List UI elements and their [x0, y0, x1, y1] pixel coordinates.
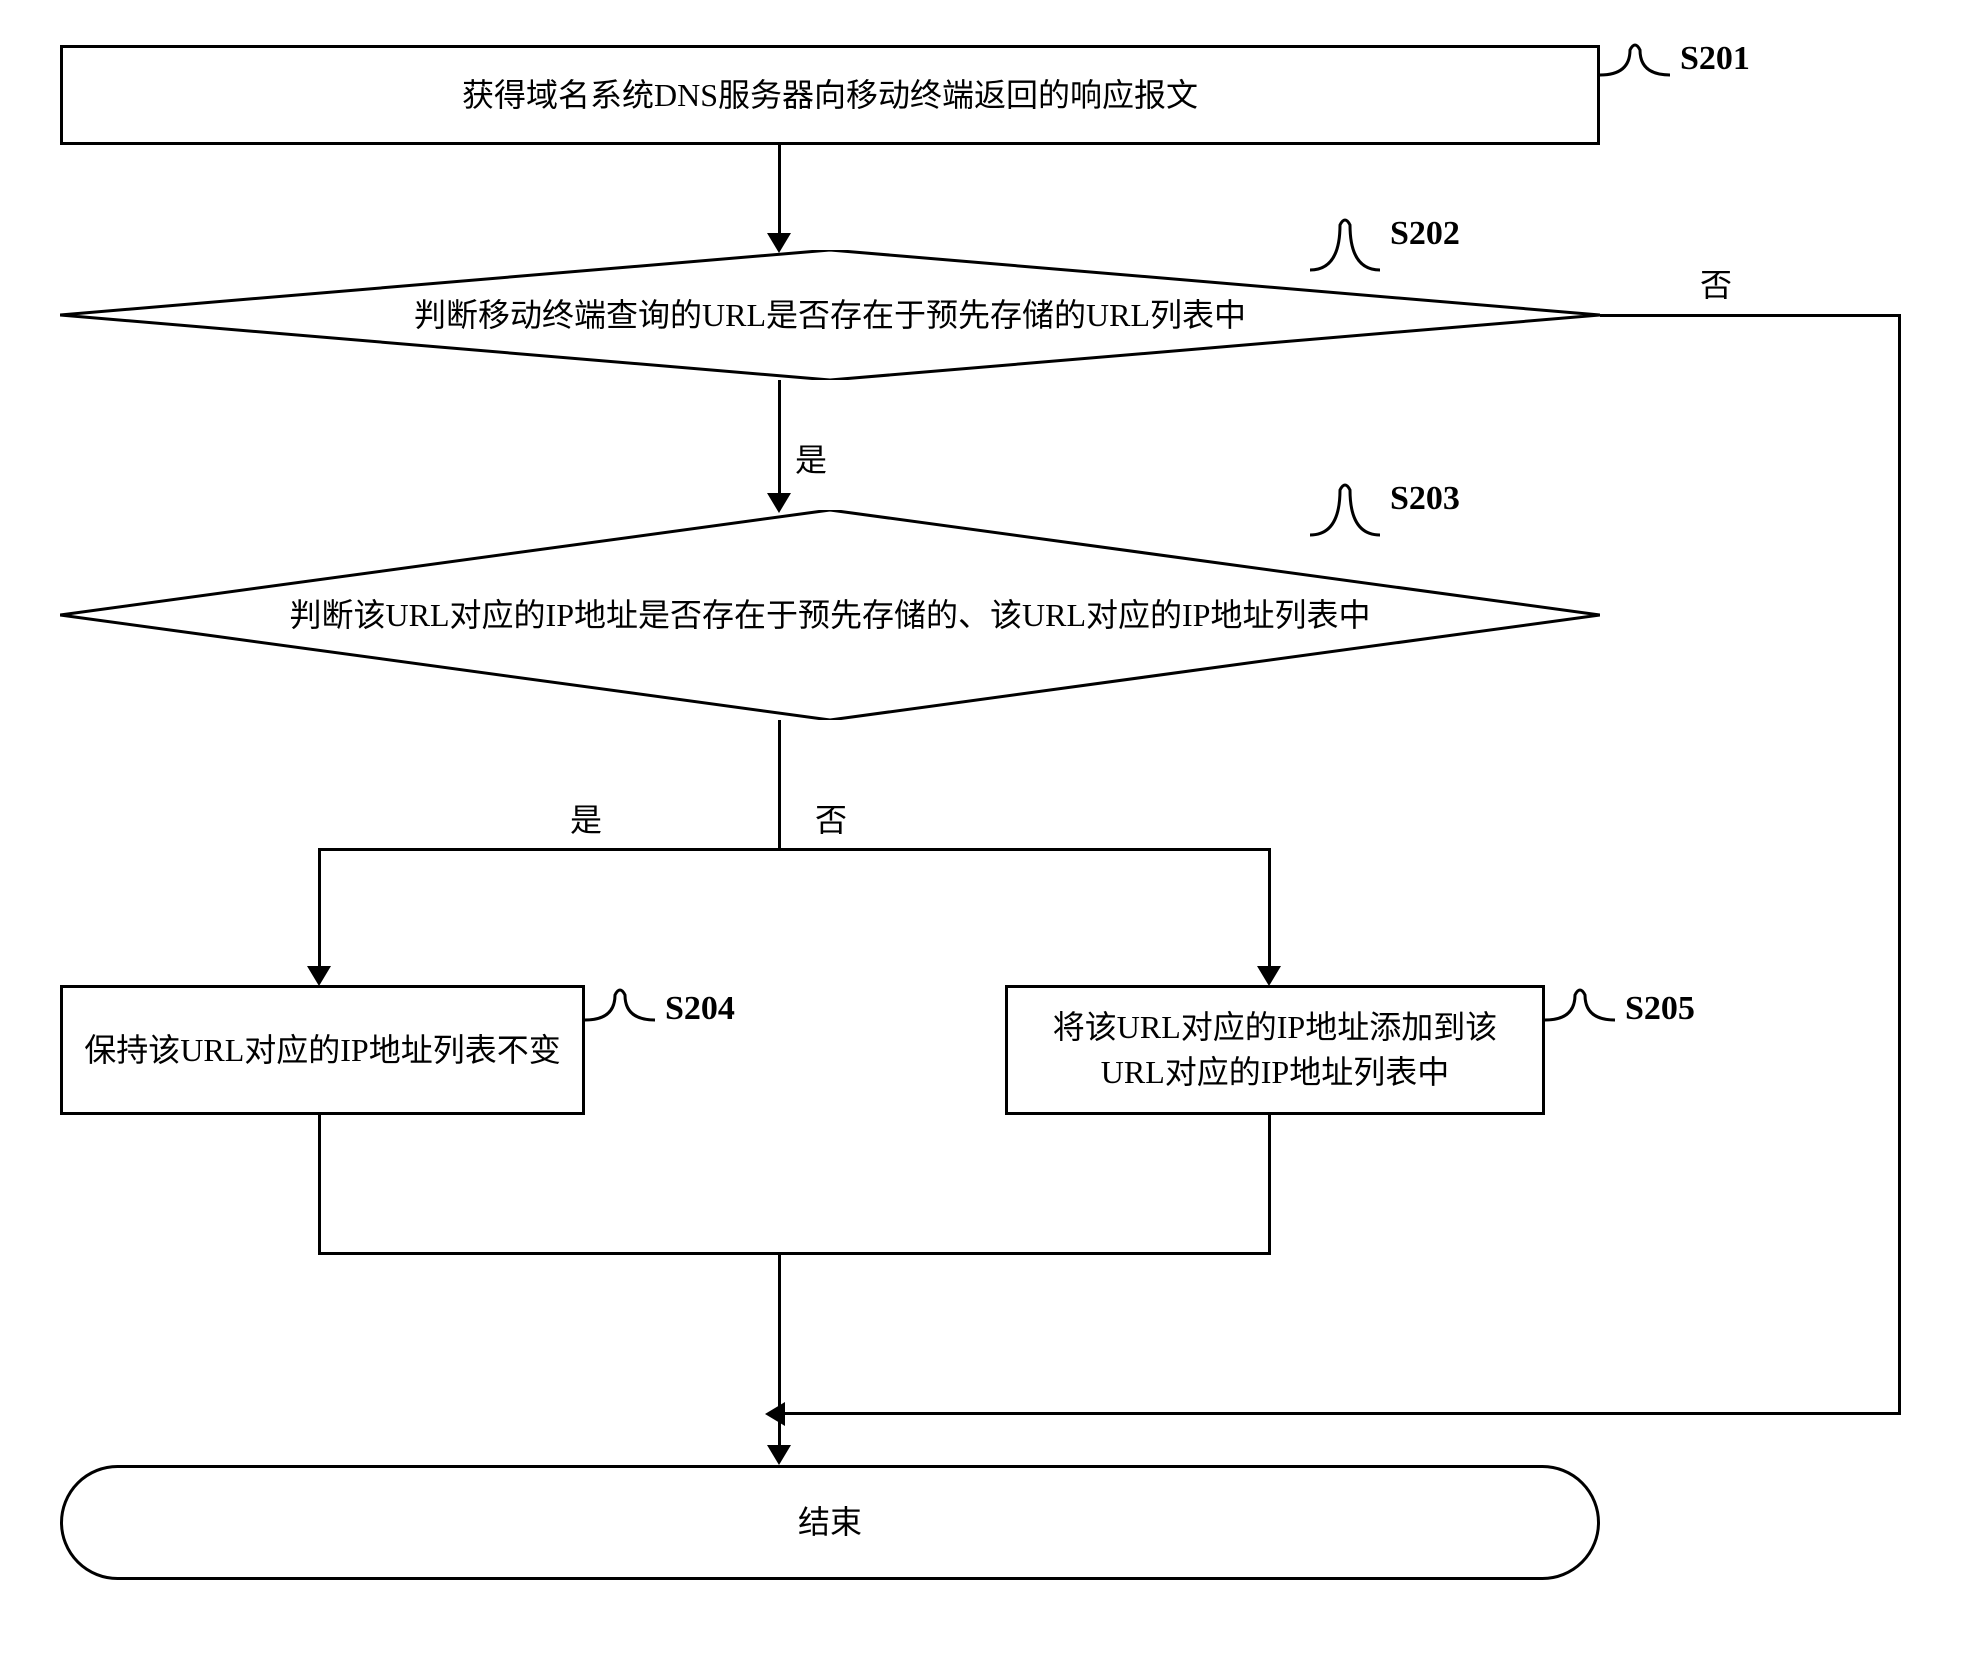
line-s204-v [318, 1115, 321, 1255]
arrow-s202-s203 [778, 380, 781, 495]
step-s205-text: 将该URL对应的IP地址添加到该URL对应的IP地址列表中 [1008, 1005, 1542, 1095]
edge-s203-no: 否 [815, 795, 847, 841]
flowchart: 获得域名系统DNS服务器向移动终端返回的响应报文 S201 判断移动终端查询的U… [20, 20, 1986, 1658]
label-s204: S204 [665, 990, 735, 1028]
label-s205: S205 [1625, 990, 1695, 1028]
step-s201: 获得域名系统DNS服务器向移动终端返回的响应报文 [60, 45, 1600, 145]
arrowhead-s203-left [307, 966, 331, 986]
line-merge-v [778, 1252, 781, 1447]
decision-s203-text: 判断该URL对应的IP地址是否存在于预先存储的、该URL对应的IP地址列表中 [290, 593, 1371, 638]
line-s203-v [778, 720, 781, 850]
terminator-end-text: 结束 [798, 1500, 862, 1545]
line-s203-left-v [318, 848, 321, 968]
step-s204-text: 保持该URL对应的IP地址列表不变 [64, 1028, 580, 1073]
arrow-s201-s202 [778, 145, 781, 235]
step-s204: 保持该URL对应的IP地址列表不变 [60, 985, 585, 1115]
arrowhead-s203-right [1257, 966, 1281, 986]
arrowhead-merge [767, 1445, 791, 1465]
edge-s203-yes: 是 [570, 795, 602, 841]
step-s205: 将该URL对应的IP地址添加到该URL对应的IP地址列表中 [1005, 985, 1545, 1115]
edge-s202-no: 否 [1700, 260, 1732, 306]
line-s203-split [320, 848, 1270, 851]
terminator-end: 结束 [60, 1465, 1600, 1580]
label-s201: S201 [1680, 40, 1750, 78]
label-s203: S203 [1390, 480, 1460, 518]
line-s202-no-h [1600, 314, 1900, 317]
label-s202: S202 [1390, 215, 1460, 253]
decision-s202-text: 判断移动终端查询的URL是否存在于预先存储的URL列表中 [414, 293, 1246, 338]
edge-s202-yes: 是 [795, 435, 827, 481]
line-s203-right-v [1268, 848, 1271, 968]
line-s202-no-h2 [785, 1412, 1901, 1415]
arrowhead-s202-no [765, 1402, 785, 1426]
line-s202-no-v [1898, 314, 1901, 1414]
line-merge-h [318, 1252, 1271, 1255]
line-s205-v [1268, 1115, 1271, 1255]
step-s201-text: 获得域名系统DNS服务器向移动终端返回的响应报文 [462, 73, 1198, 118]
